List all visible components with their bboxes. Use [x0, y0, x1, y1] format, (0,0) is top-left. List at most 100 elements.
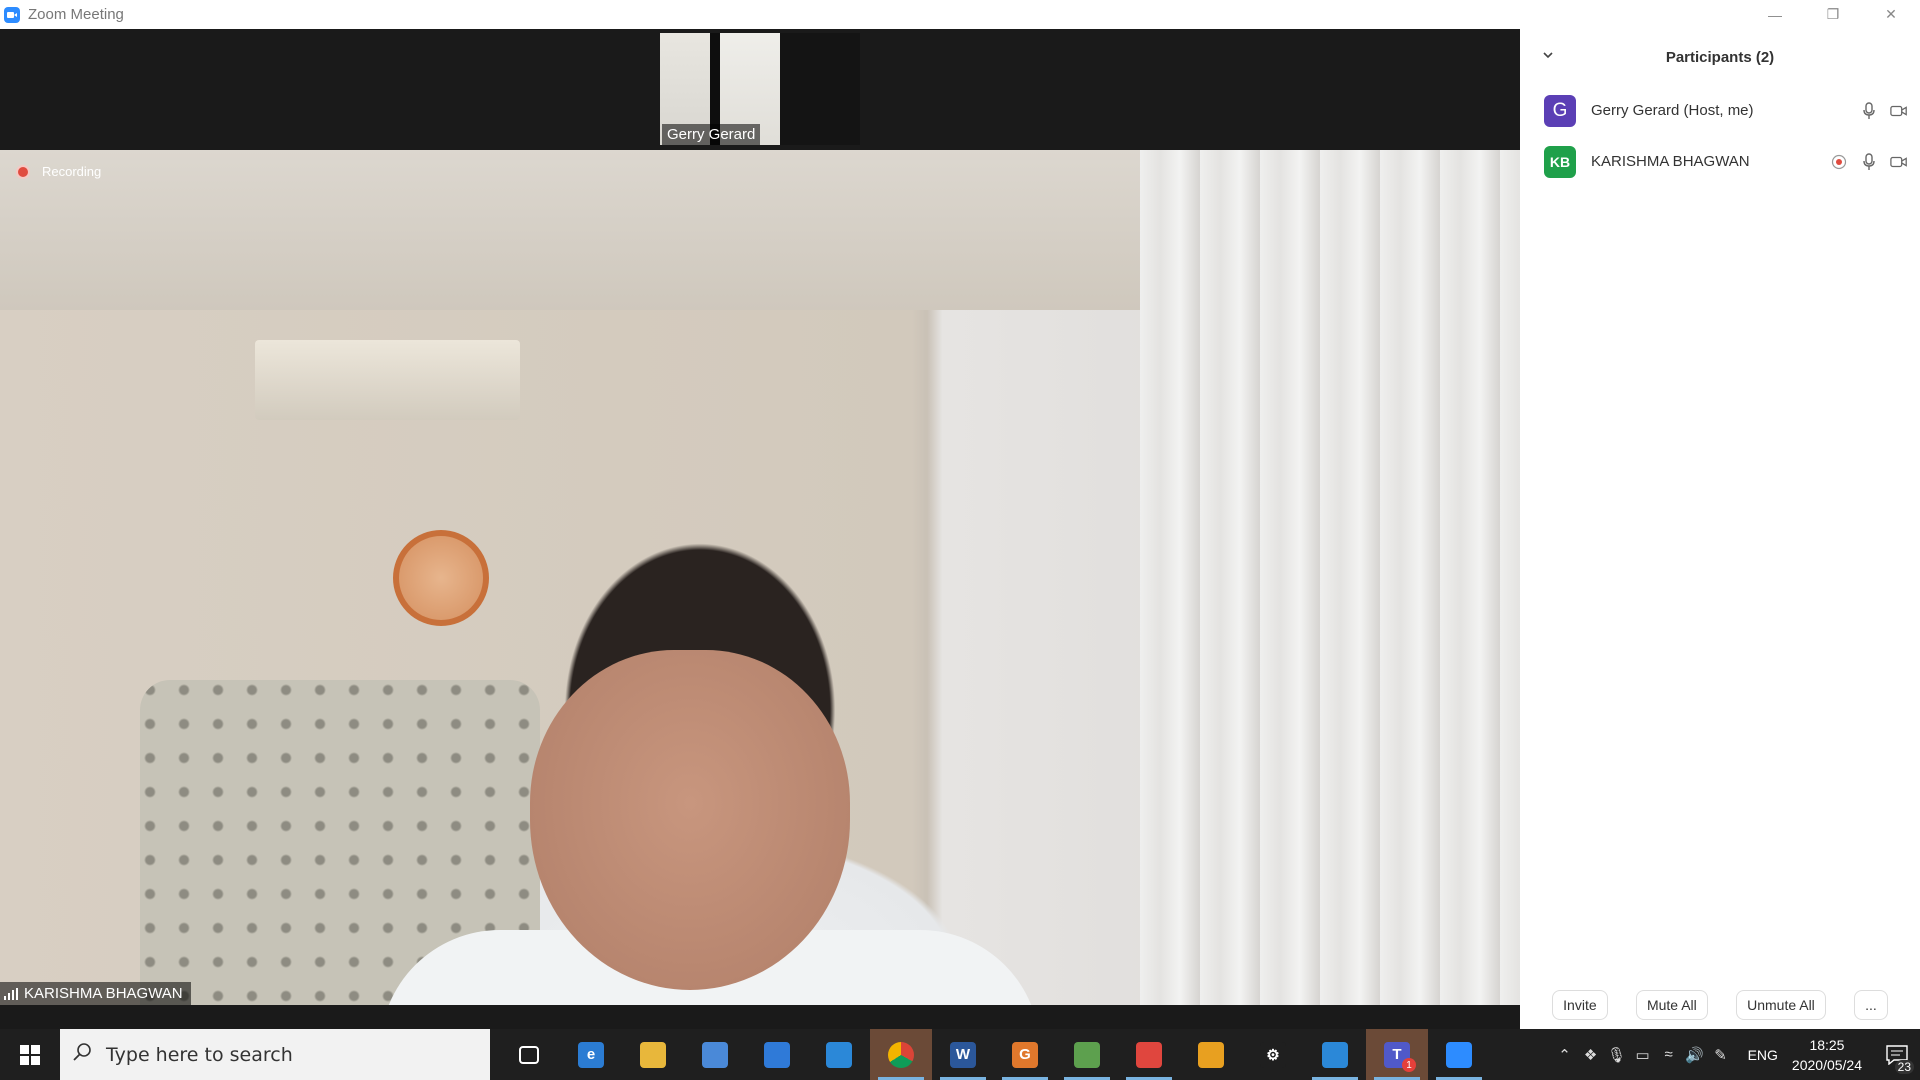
taskbar-app-store[interactable]: [684, 1029, 746, 1080]
video-person-face: [530, 650, 850, 990]
action-center-button[interactable]: 23: [1874, 1029, 1920, 1080]
participant-row[interactable]: KB KARISHMA BHAGWAN: [1520, 136, 1920, 187]
calculator-icon: [826, 1041, 852, 1068]
recording-label: Recording: [42, 164, 102, 179]
participant-name: KARISHMA BHAGWAN: [1591, 153, 1750, 170]
clock-time: 18:25: [1809, 1036, 1845, 1053]
taskbar-app-file-explorer[interactable]: [622, 1029, 684, 1080]
microphone-icon[interactable]: [1860, 152, 1878, 171]
dropbox-icon[interactable]: ❖: [1578, 1046, 1604, 1064]
active-speaker-video[interactable]: Recording KARISHMA BHAGWAN: [0, 150, 1520, 1005]
invite-button[interactable]: Invite: [1552, 990, 1608, 1020]
participants-panel: Participants (2) G Gerry Gerard (Host, m…: [1520, 29, 1920, 1029]
avatar: G: [1544, 94, 1576, 127]
show-hidden-icons-icon[interactable]: ⌃: [1552, 1046, 1578, 1064]
microphone-icon[interactable]: 🎙: [1604, 1046, 1630, 1064]
taskbar-search-box[interactable]: Type here to search: [60, 1029, 490, 1080]
video-camera-icon[interactable]: [1890, 153, 1908, 171]
recording-indicator[interactable]: Recording: [16, 164, 101, 179]
taskbar-app-photos[interactable]: [1304, 1029, 1366, 1080]
close-button[interactable]: ✕: [1862, 0, 1920, 29]
wifi-icon[interactable]: ≈: [1656, 1046, 1682, 1063]
file-explorer-icon: [640, 1041, 666, 1068]
window-title: Zoom Meeting: [28, 6, 124, 23]
taskbar-app-maps[interactable]: [1056, 1029, 1118, 1080]
participant-controls: [1830, 136, 1908, 187]
battery-icon[interactable]: ▭: [1630, 1046, 1656, 1064]
panel-header: Participants (2): [1520, 29, 1920, 85]
zoom-app-icon: [4, 6, 20, 23]
taskbar-app-settings[interactable]: ⚙: [1242, 1029, 1304, 1080]
minimize-icon: —: [1768, 6, 1782, 23]
recording-icon: [16, 164, 30, 179]
maps-icon: [1074, 1041, 1100, 1068]
volume-icon[interactable]: 🔊: [1682, 1046, 1708, 1064]
participant-name: Gerry Gerard (Host, me): [1591, 102, 1754, 119]
video-camera-icon[interactable]: [1890, 102, 1908, 120]
zoom-icon: [1446, 1041, 1472, 1068]
vpn-icon: [1198, 1041, 1224, 1068]
video-area: Gerry Gerard Recording KARISHMA BHAGWAN: [0, 29, 1520, 1029]
speaker-name: KARISHMA BHAGWAN: [24, 985, 183, 1002]
window-controls: — ❐ ✕: [1746, 0, 1920, 29]
video-dreamcatcher: [393, 530, 489, 626]
language-indicator[interactable]: ENG: [1748, 1047, 1778, 1063]
restore-button[interactable]: ❐: [1804, 0, 1862, 29]
search-icon: [72, 1042, 92, 1067]
taskbar-app-mail[interactable]: [746, 1029, 808, 1080]
signal-strength-icon: [4, 987, 18, 1000]
taskbar-app-snip[interactable]: [1118, 1029, 1180, 1080]
video-curtain: [1140, 150, 1520, 1005]
taskbar-app-teams[interactable]: T1: [1366, 1029, 1428, 1080]
windows-icon: [20, 1044, 40, 1065]
taskbar-app-word[interactable]: W: [932, 1029, 994, 1080]
thumbnail-strip: Gerry Gerard: [0, 29, 1520, 150]
video-air-conditioner: [255, 340, 520, 420]
unmute-all-button[interactable]: Unmute All: [1736, 990, 1826, 1020]
system-tray: ⌃ ❖ 🎙 ▭ ≈ 🔊 ✎ ENG 18:25 2020/05/24 23: [1552, 1029, 1920, 1080]
taskbar-app-calculator[interactable]: [808, 1029, 870, 1080]
settings-icon: ⚙: [1260, 1041, 1286, 1068]
photos-icon: [1322, 1041, 1348, 1068]
thumbnail-video-background: [780, 33, 860, 145]
pen-icon[interactable]: ✎: [1708, 1046, 1734, 1064]
mail-icon: [764, 1041, 790, 1068]
chrome-icon: [888, 1041, 914, 1068]
close-icon: ✕: [1885, 6, 1897, 22]
mute-all-button[interactable]: Mute All: [1635, 990, 1708, 1020]
minimize-button[interactable]: —: [1746, 0, 1804, 29]
taskbar-app-chrome[interactable]: [870, 1029, 932, 1080]
restore-icon: ❐: [1826, 6, 1840, 22]
teams-badge: 1: [1402, 1058, 1416, 1072]
panel-title: Participants (2): [1665, 48, 1775, 66]
snip-icon: [1136, 1041, 1162, 1068]
panel-footer: Invite Mute All Unmute All ...: [1520, 981, 1920, 1029]
participant-controls: [1860, 85, 1908, 136]
store-icon: [702, 1041, 728, 1068]
chevron-down-icon[interactable]: [1542, 49, 1554, 61]
task-view-icon: [519, 1045, 539, 1064]
participant-thumbnail[interactable]: Gerry Gerard: [660, 33, 860, 145]
taskbar-app-task-view[interactable]: [498, 1029, 560, 1080]
participant-row[interactable]: G Gerry Gerard (Host, me): [1520, 85, 1920, 136]
search-placeholder: Type here to search: [106, 1043, 293, 1066]
taskbar-app-zoom[interactable]: [1428, 1029, 1490, 1080]
taskbar-app-edge[interactable]: e: [560, 1029, 622, 1080]
title-bar: Zoom Meeting — ❐ ✕: [0, 0, 1920, 29]
clock[interactable]: 18:25 2020/05/24: [1792, 1035, 1862, 1075]
taskbar-apps: e W G ⚙ T 1: [498, 1029, 1490, 1080]
more-options-button[interactable]: ...: [1854, 990, 1888, 1020]
taskbar-app-vpn[interactable]: [1180, 1029, 1242, 1080]
avatar: KB: [1544, 145, 1576, 178]
clock-date: 2020/05/24: [1791, 1056, 1862, 1073]
edge-icon: e: [578, 1041, 604, 1068]
speaker-name-label: KARISHMA BHAGWAN: [0, 982, 191, 1005]
taskbar: Type here to search e W G ⚙ T 1 ⌃ ❖ 🎙 ▭ ≈ 🔊 ✎…: [0, 1029, 1920, 1080]
grammarly-icon: G: [1012, 1041, 1038, 1068]
start-button[interactable]: [0, 1029, 60, 1080]
recording-status-icon: [1830, 153, 1848, 171]
word-icon: W: [950, 1041, 976, 1068]
taskbar-app-grammarly[interactable]: G: [994, 1029, 1056, 1080]
microphone-icon[interactable]: [1860, 101, 1878, 120]
thumbnail-name-label: Gerry Gerard: [662, 124, 761, 145]
